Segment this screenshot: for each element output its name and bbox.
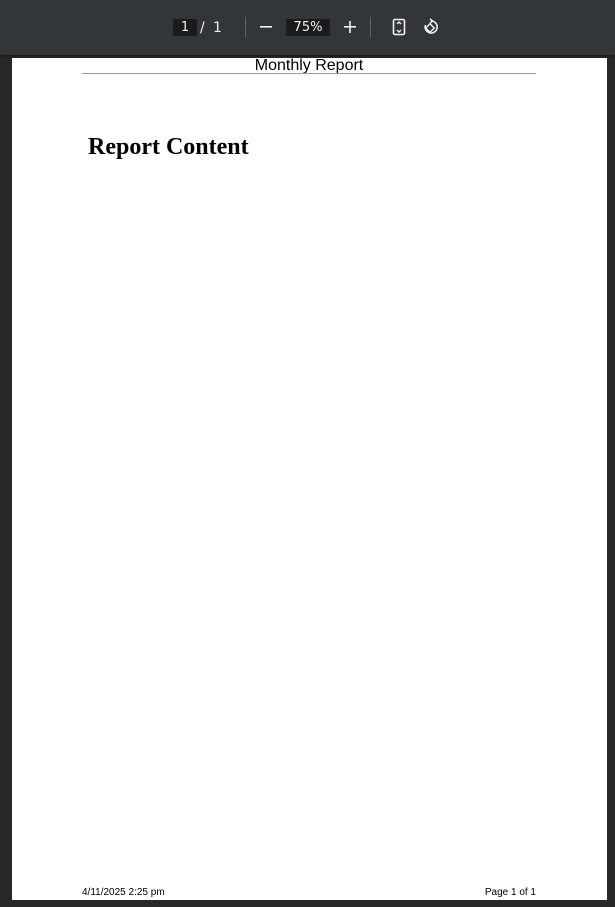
toolbar-divider <box>245 17 246 38</box>
pdf-page: Monthly Report Report Content 4/11/2025 … <box>12 58 607 900</box>
footer-timestamp: 4/11/2025 2:25 pm <box>82 887 165 898</box>
document-header: Monthly Report <box>254 57 364 74</box>
header-rule <box>82 73 536 74</box>
pdf-viewer: / 1 <box>0 0 615 907</box>
total-pages: 1 <box>213 20 222 36</box>
rotate-icon <box>424 18 438 34</box>
footer-page-number: Page 1 of 1 <box>484 887 536 898</box>
toolbar-divider <box>370 17 371 38</box>
page-number-input[interactable] <box>173 19 197 36</box>
report-heading: Report Content <box>88 134 249 160</box>
rotate-button[interactable] <box>419 15 443 39</box>
minus-icon <box>260 26 272 28</box>
plus-icon <box>344 21 356 33</box>
zoom-level-input[interactable] <box>286 19 330 36</box>
fit-to-page-button[interactable] <box>387 15 411 39</box>
zoom-out-button[interactable] <box>254 15 278 39</box>
page-separator: / <box>200 20 205 36</box>
zoom-in-button[interactable] <box>338 15 362 39</box>
pdf-toolbar: / 1 <box>0 0 615 55</box>
fit-to-page-icon <box>392 18 406 36</box>
